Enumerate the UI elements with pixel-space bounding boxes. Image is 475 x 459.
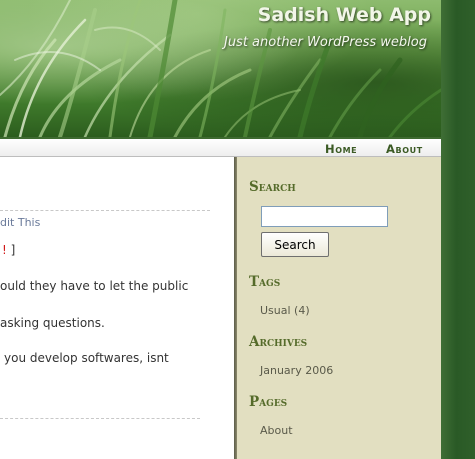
header-banner: Sadish Web App Just another WordPress we…: [0, 0, 441, 137]
archives-heading: Archives: [249, 334, 308, 350]
site-tagline: Just another WordPress weblog: [223, 35, 427, 50]
main-content: dit This ! ] ould they have to let the p…: [0, 157, 234, 459]
search-button[interactable]: Search: [261, 232, 329, 257]
post-line-2: ould they have to let the public: [0, 279, 189, 293]
right-background: [441, 0, 475, 459]
tags-heading: Tags: [249, 274, 281, 290]
nav-item-about[interactable]: About: [386, 142, 423, 156]
tag-item-usual[interactable]: Usual (4): [260, 304, 310, 317]
site-title[interactable]: Sadish Web App: [258, 4, 431, 26]
post-line-3: asking questions.: [0, 316, 105, 330]
post-line-4: you develop softwares, isnt: [4, 351, 169, 365]
pages-heading: Pages: [249, 394, 288, 410]
archive-item-january-2006[interactable]: January 2006: [260, 364, 333, 377]
post-divider-top: [0, 210, 210, 211]
page-item-about[interactable]: About: [260, 424, 293, 437]
closing-bracket: ]: [10, 243, 16, 257]
exclamation-mark: !: [2, 243, 7, 257]
post-line-1: ! ]: [2, 243, 15, 257]
nav-bar: Home About: [0, 137, 441, 157]
edit-post-link[interactable]: dit This: [0, 216, 40, 229]
search-heading: Search: [249, 179, 296, 195]
search-input[interactable]: [261, 206, 388, 227]
page: Sadish Web App Just another WordPress we…: [0, 0, 475, 459]
sidebar: Search Search Tags Usual (4) Archives Ja…: [237, 157, 441, 459]
post-divider-bottom: [0, 418, 200, 419]
nav-item-home[interactable]: Home: [325, 142, 357, 156]
